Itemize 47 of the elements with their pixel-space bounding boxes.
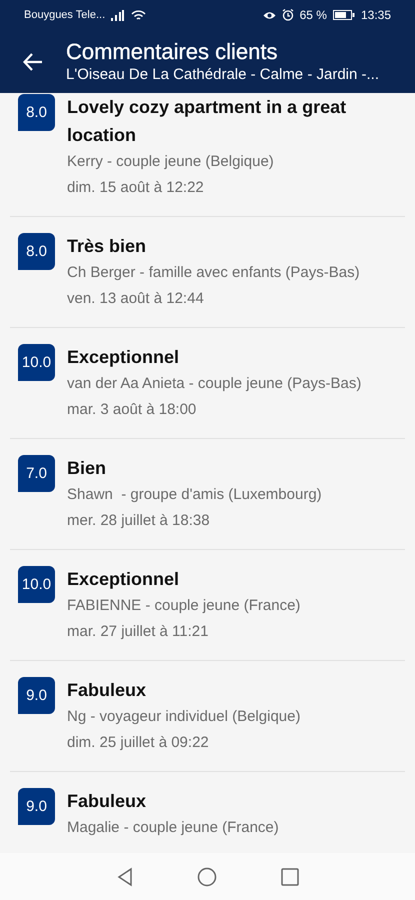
wifi-icon — [131, 10, 146, 20]
score-badge: 10.0 — [18, 344, 55, 381]
reviewer-info: FABIENNE - couple jeune (France) — [67, 596, 300, 616]
page-title: Commentaires clients — [66, 38, 279, 64]
review-date: dim. 15 août à 12:22 — [67, 178, 205, 198]
score-badge: 9.0 — [18, 788, 55, 825]
score-badge: 10.0 — [18, 566, 55, 603]
review-date: mar. 3 août à 18:00 — [67, 400, 198, 420]
signal-icon — [111, 10, 126, 20]
review-item[interactable]: 10.0 Exceptionnel FABIENNE - couple jeune (France) mar. 27 juillet à 11:21 — [10, 550, 405, 661]
alarm-icon — [282, 9, 294, 21]
reviewer-info: van der Aa Anieta - couple jeune (Pays-Bas) — [67, 374, 362, 394]
review-title: Exceptionnel — [67, 568, 180, 591]
back-nav-icon[interactable] — [116, 866, 132, 886]
reviewer-info: Ng - voyageur individuel (Belgique) — [67, 707, 300, 727]
reviewer-info: Magalie - couple jeune (France) — [67, 818, 279, 838]
battery-icon — [332, 10, 355, 20]
eye-icon — [262, 10, 276, 20]
review-title: Fabuleux — [67, 790, 148, 813]
review-item[interactable]: 8.0 Lovely cozy apartment in a great location Kerry - couple jeune (Belgique) dim. 15 août à 12:22 — [10, 93, 405, 217]
reviewer-info: Ch Berger - famille avec enfants (Pays-Bas) — [67, 263, 360, 283]
review-title: Fabuleux — [67, 679, 148, 702]
review-title: Très bien — [67, 235, 148, 258]
recents-nav-icon[interactable] — [280, 868, 298, 886]
score-badge: 7.0 — [18, 455, 55, 492]
reviewer-info: Shawn - groupe d'amis (Luxembourg) — [67, 485, 322, 505]
review-item[interactable]: 7.0 Bien Shawn - groupe d'amis (Luxembourg) mer. 28 juillet à 18:38 — [10, 439, 405, 550]
review-title: Exceptionnel — [67, 346, 180, 369]
score-badge: 9.0 — [18, 677, 55, 714]
review-date: mer. 28 juillet à 18:38 — [67, 511, 211, 531]
carrier-name: Bouygues Tele... — [24, 9, 106, 21]
page-subtitle: L'Oiseau De La Cathédrale - Calme - Jardin -... — [66, 64, 380, 84]
reviewer-info: Kerry - couple jeune (Belgique) — [67, 152, 275, 172]
review-title: Bien — [67, 457, 108, 480]
clock-time: 13:35 — [360, 8, 391, 22]
review-date: dim. 25 juillet à 09:22 — [67, 733, 210, 753]
back-arrow-icon — [23, 52, 43, 70]
score-badge: 8.0 — [18, 233, 55, 270]
review-item[interactable]: 10.0 Exceptionnel van der Aa Anieta - couple jeune (Pays-Bas) mar. 3 août à 18:00 — [10, 328, 405, 439]
review-date: ven. 13 août à 12:44 — [67, 289, 205, 309]
battery-percent: 65 % — [300, 8, 327, 22]
review-title: Lovely cozy apartment in a great location — [67, 96, 348, 147]
review-item[interactable]: 9.0 Fabuleux Ng - voyageur individuel (Belgique) dim. 25 juillet à 09:22 — [10, 661, 405, 772]
review-date: mar. 27 juillet à 11:21 — [67, 622, 210, 642]
review-item[interactable]: 8.0 Très bien Ch Berger - famille avec enfants (Pays-Bas) ven. 13 août à 12:44 — [10, 217, 405, 328]
score-badge: 8.0 — [18, 94, 55, 131]
home-nav-icon[interactable] — [196, 866, 216, 886]
